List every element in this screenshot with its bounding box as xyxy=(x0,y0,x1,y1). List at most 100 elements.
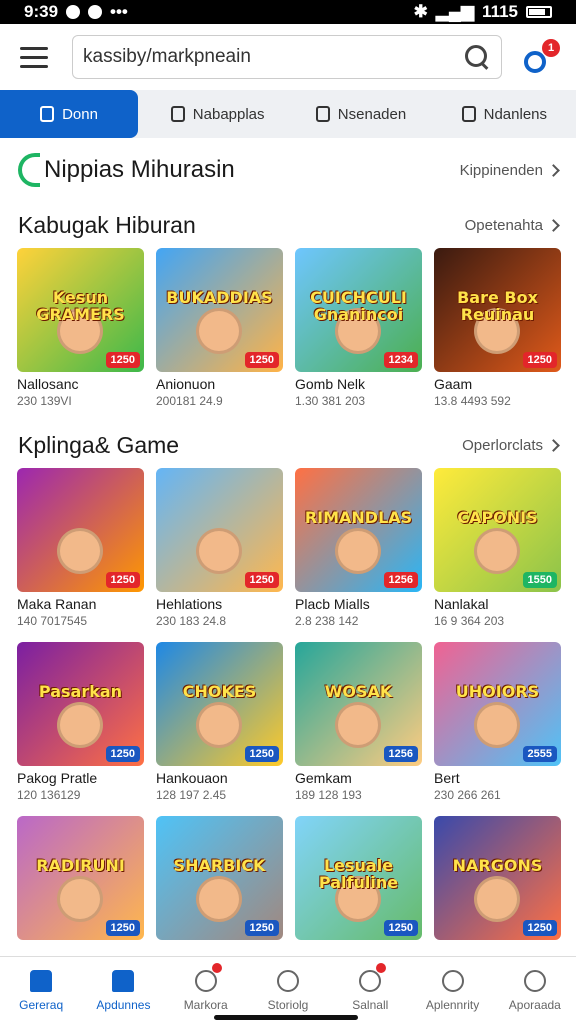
price-badge: 1250 xyxy=(244,572,279,588)
game-thumbnail: 1250 xyxy=(17,468,144,592)
search-icon[interactable] xyxy=(463,43,491,71)
game-card[interactable]: UHOIORS 2555 Bert 230 266 261 xyxy=(434,642,561,802)
search-input[interactable] xyxy=(83,46,463,68)
game-card[interactable]: Lesuale Palfuline 1250 xyxy=(295,816,422,946)
game-meta: 200181 24.9 xyxy=(156,394,223,408)
game-thumbnail: Bare Box Reuinau 1250 xyxy=(434,248,561,372)
game-card[interactable]: NARGONS 1250 xyxy=(434,816,561,946)
game-card[interactable]: CAPONIS 1550 Nanlakal 16 9 364 203 xyxy=(434,468,561,628)
game-art-title: BUKADDIAS xyxy=(166,288,273,308)
nav-badge xyxy=(211,963,222,973)
category-tabs: Donn Nabapplas Nsenaden Ndanlens xyxy=(0,90,576,138)
character-icon xyxy=(57,876,103,922)
app-status-icon xyxy=(88,5,103,19)
game-card[interactable]: RADIRUNI 1250 xyxy=(17,816,144,946)
price-badge: 1256 xyxy=(383,746,418,762)
nav-item-2[interactable]: Markora xyxy=(165,957,247,1024)
game-art-title: UHOIORS xyxy=(455,682,540,702)
game-thumbnail: CAPONIS 1550 xyxy=(434,468,561,592)
bluetooth-icon: ✱ xyxy=(413,2,428,21)
game-row: RADIRUNI 1250 SHARBICK 1250 Lesuale Palfulin… xyxy=(0,816,576,946)
price-badge: 1256 xyxy=(383,572,418,588)
game-title: Gomb Nelk xyxy=(295,376,366,392)
tab-0[interactable]: Donn xyxy=(0,90,138,138)
nav-icon xyxy=(523,969,546,992)
nav-item-4[interactable]: Salnall xyxy=(329,957,411,1024)
price-badge: 1250 xyxy=(522,920,557,936)
game-thumbnail: WOSAK 1256 xyxy=(295,642,422,766)
notification-button[interactable]: 1 xyxy=(516,37,560,77)
character-icon xyxy=(196,528,242,574)
character-icon xyxy=(57,528,103,574)
price-badge: 1234 xyxy=(383,352,418,368)
nav-icon xyxy=(30,969,53,992)
hero-see-all-link[interactable]: Kippinenden xyxy=(460,162,560,179)
section-see-all-link[interactable]: Opetenahta xyxy=(465,217,560,234)
nav-item-1[interactable]: Apdunnes xyxy=(82,957,164,1024)
hero-header: Nippias Mihurasin Kippinenden xyxy=(0,138,576,202)
game-card[interactable]: BUKADDIAS 1250 Anionuon 200181 24.9 xyxy=(156,248,283,408)
menu-icon[interactable] xyxy=(12,35,56,79)
price-badge: 1250 xyxy=(105,920,140,936)
game-title: Hankouaon xyxy=(156,770,228,786)
game-title: Nallosanc xyxy=(17,376,79,392)
nav-item-6[interactable]: Aporaada xyxy=(494,957,576,1024)
chevron-right-icon xyxy=(547,218,560,232)
search-bar[interactable] xyxy=(72,35,502,79)
price-badge: 1250 xyxy=(383,920,418,936)
game-thumbnail: UHOIORS 2555 xyxy=(434,642,561,766)
game-art-title: WOSAK xyxy=(324,682,393,702)
price-badge: 1550 xyxy=(522,572,557,588)
game-meta: 230 183 24.8 xyxy=(156,614,227,628)
game-card[interactable]: 1250 Maka Ranan 140 7017545 xyxy=(17,468,144,628)
price-badge: 1250 xyxy=(522,352,557,368)
game-art-title: Pasarkan xyxy=(38,682,123,702)
game-title: Bert xyxy=(434,770,460,786)
nav-item-0[interactable]: Gereraq xyxy=(0,957,82,1024)
game-card[interactable]: Pasarkan 1250 Pakog Pratle 120 136129 xyxy=(17,642,144,802)
nav-item-3[interactable]: Storiolg xyxy=(247,957,329,1024)
game-thumbnail: SHARBICK 1250 xyxy=(156,816,283,940)
section-title: Kabugak Hiburan xyxy=(18,211,196,238)
game-card[interactable]: Bare Box Reuinau 1250 Gaam 13.8 4493 592 xyxy=(434,248,561,408)
game-card[interactable]: 1250 Hehlations 230 183 24.8 xyxy=(156,468,283,628)
nav-item-5[interactable]: Aplennrity xyxy=(411,957,493,1024)
character-icon xyxy=(335,528,381,574)
tab-3[interactable]: Ndanlens xyxy=(433,90,576,138)
home-indicator xyxy=(214,1015,358,1020)
game-card[interactable]: CHOKES 1250 Hankouaon 128 197 2.45 xyxy=(156,642,283,802)
game-thumbnail: Kesun GRAMERS 1250 xyxy=(17,248,144,372)
tab-1[interactable]: Nabapplas xyxy=(146,90,289,138)
game-card[interactable]: RIMANDLAS 1256 Placb Mialls 2.8 238 142 xyxy=(295,468,422,628)
tab-2[interactable]: Nsenaden xyxy=(289,90,432,138)
nav-icon xyxy=(276,969,299,992)
price-badge: 1250 xyxy=(244,920,279,936)
status-bar: 9:39 ••• ✱ ▂▄▆ 1115 xyxy=(0,0,576,24)
game-card[interactable]: CUICHCULI Gnanincoi 1234 Gomb Nelk 1.30 381… xyxy=(295,248,422,408)
game-title: Hehlations xyxy=(156,596,223,612)
price-badge: 1250 xyxy=(105,352,140,368)
character-icon xyxy=(474,876,520,922)
game-art-title: SHARBICK xyxy=(173,856,266,876)
game-thumbnail: BUKADDIAS 1250 xyxy=(156,248,283,372)
game-title: Anionuon xyxy=(156,376,216,392)
game-thumbnail: NARGONS 1250 xyxy=(434,816,561,940)
game-card[interactable]: SHARBICK 1250 xyxy=(156,816,283,946)
game-art-title: CHOKES xyxy=(182,682,257,702)
more-status-icon: ••• xyxy=(110,2,128,21)
price-badge: 1250 xyxy=(105,746,140,762)
game-art-title: RIMANDLAS xyxy=(304,508,413,528)
game-card[interactable]: Kesun GRAMERS 1250 Nallosanc 230 139VI xyxy=(17,248,144,408)
section-see-all-link[interactable]: Operlorclats xyxy=(462,437,560,454)
character-icon xyxy=(335,702,381,748)
character-icon xyxy=(196,702,242,748)
game-row: Kesun GRAMERS 1250 Nallosanc 230 139VI BUKAD… xyxy=(0,248,576,408)
game-meta: 230 139VI xyxy=(17,394,72,408)
game-card[interactable]: WOSAK 1256 Gemkam 189 128 193 xyxy=(295,642,422,802)
game-thumbnail: 1250 xyxy=(156,468,283,592)
game-title: Gaam xyxy=(434,376,473,392)
nav-icon xyxy=(112,969,135,992)
game-title: Maka Ranan xyxy=(17,596,97,612)
game-title: Pakog Pratle xyxy=(17,770,98,786)
game-art-title: Kesun GRAMERS xyxy=(36,288,125,324)
